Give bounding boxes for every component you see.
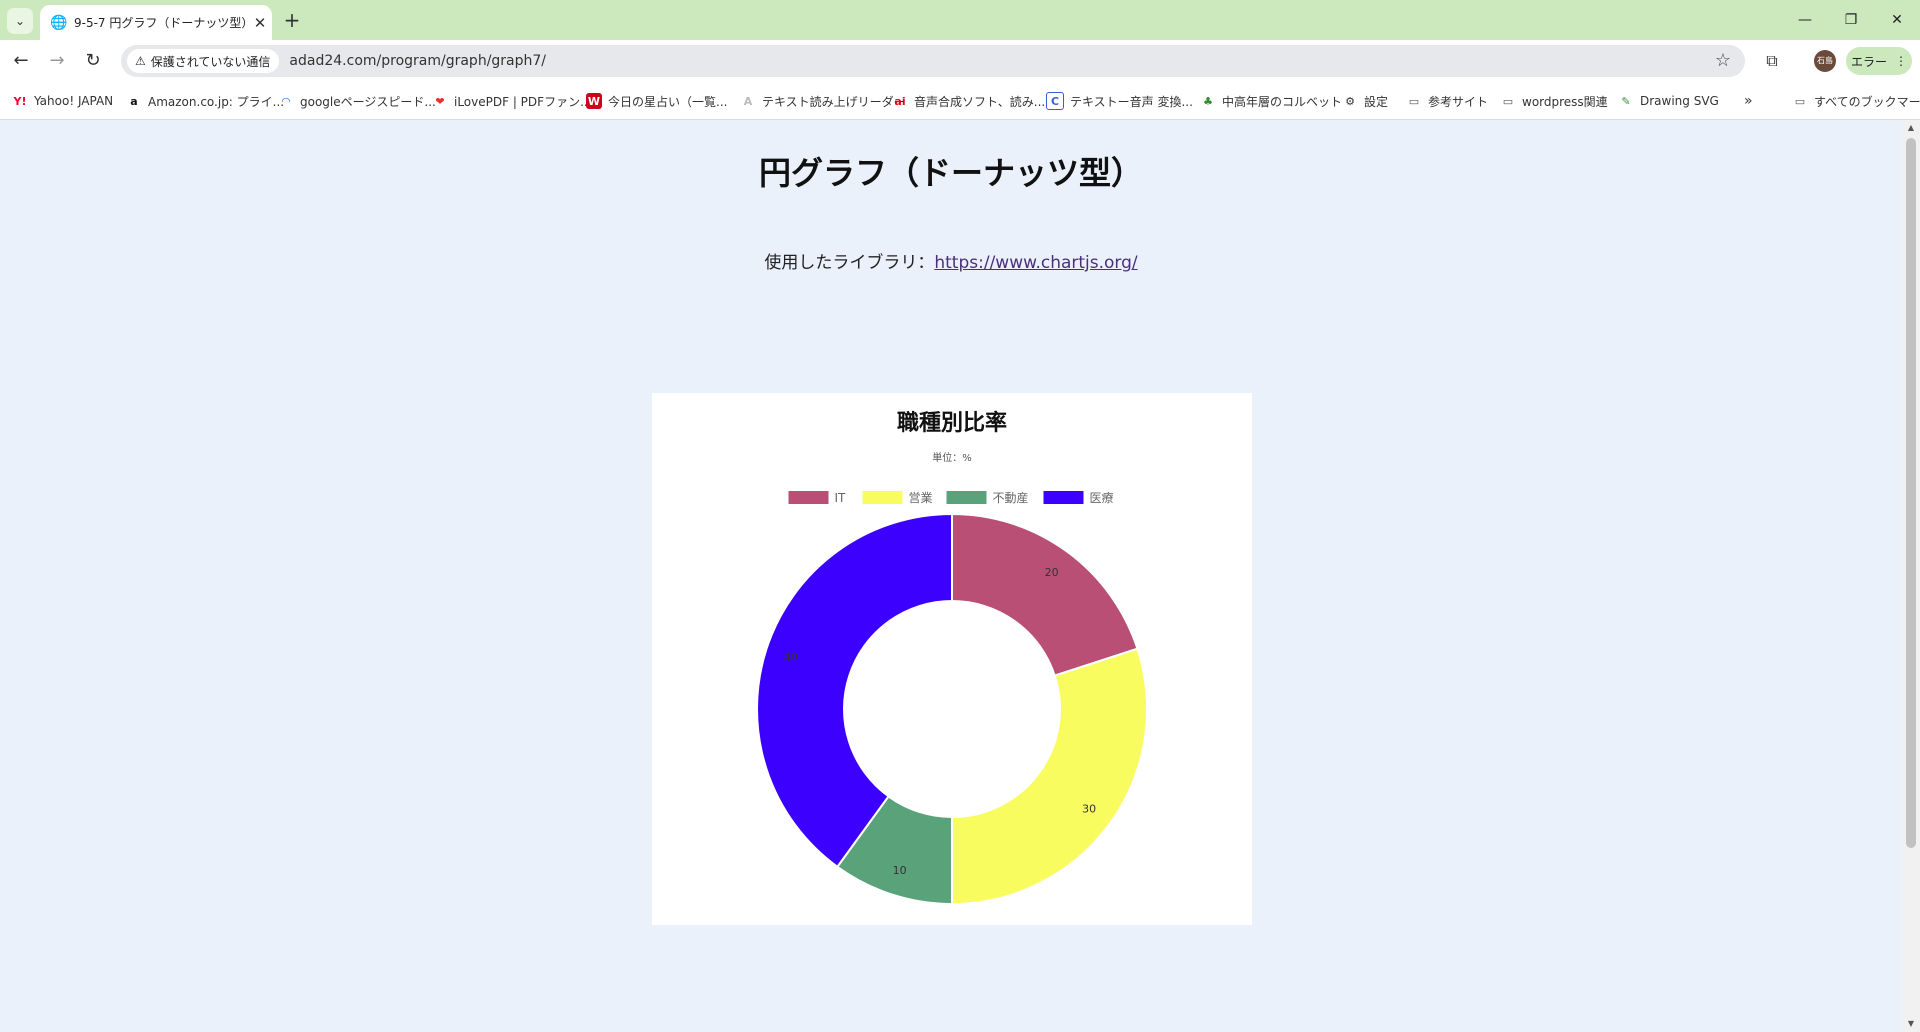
library-line: 使用したライブラリ：https://www.chartjs.org/ [0, 248, 1902, 273]
window-close-icon[interactable]: ✕ [1874, 0, 1920, 40]
avatar[interactable]: 石島 [1814, 50, 1836, 72]
bookmark-ai-voice[interactable]: ai 音声合成ソフト、読み... [892, 92, 1045, 110]
security-chip[interactable]: ⚠ 保護されていない通信 [127, 49, 280, 73]
c-icon: C [1046, 92, 1064, 110]
donut-slices [756, 512, 1148, 906]
browser-toolbar: ← → ↻ ⚠ 保護されていない通信 adad24.com/program/gr… [0, 40, 1920, 82]
bookmark-amazon[interactable]: a Amazon.co.jp: プライ... [126, 92, 284, 110]
frog-icon: ♣ [1203, 94, 1213, 108]
chart-subtitle: 単位：% [932, 451, 972, 464]
url-text[interactable]: adad24.com/program/graph/graph7/ [289, 53, 546, 69]
heart-icon: ❤ [435, 94, 445, 108]
browser-tab[interactable]: 🌐 9-5-7 円グラフ（ドーナッツ型） ✕ [40, 5, 272, 40]
library-link[interactable]: https://www.chartjs.org/ [934, 253, 1137, 273]
tab-search-button[interactable]: ⌄ [7, 8, 33, 34]
amazon-icon: a [130, 94, 138, 108]
bookmark-settings[interactable]: ⚙ 設定 [1342, 92, 1388, 110]
page-title: 円グラフ（ドーナッツ型） [758, 154, 1143, 192]
donut-chart: 職種別比率 単位：% IT 営業 不動産 医療 20 30 10 40 [756, 410, 1148, 906]
library-prefix: 使用したライブラリ： [764, 253, 935, 273]
restore-icon[interactable]: ❐ [1828, 0, 1874, 40]
bookmarks-overflow-icon[interactable]: » [1744, 92, 1753, 110]
bookmarks-bar: Y! Yahoo! JAPAN a Amazon.co.jp: プライ... ◠ go… [0, 82, 1920, 120]
folder-icon: ▭ [1794, 94, 1806, 108]
reload-icon[interactable]: ↻ [81, 49, 105, 73]
error-chip-label: エラー [1850, 54, 1887, 69]
address-bar[interactable]: ⚠ 保護されていない通信 adad24.com/program/graph/gr… [121, 45, 1745, 77]
bookmark-folder-wordpress[interactable]: ▭ wordpress関連 [1500, 92, 1608, 110]
legend-label-2[interactable]: 不動産 [993, 490, 1029, 505]
close-icon[interactable]: ✕ [248, 14, 272, 32]
security-label: 保護されていない通信 [150, 54, 271, 69]
folder-icon: ▭ [1408, 94, 1420, 108]
new-tab-button[interactable]: + [280, 8, 304, 32]
bookmark-corvette[interactable]: ♣ 中高年層のコルベット [1200, 92, 1342, 110]
bookmark-drawing-svg[interactable]: ✎ Drawing SVG [1618, 92, 1719, 110]
globe-icon: 🌐 [50, 14, 68, 31]
bookmark-yahoo[interactable]: Y! Yahoo! JAPAN [12, 92, 114, 110]
donut-slice-0[interactable] [951, 512, 1139, 677]
chevron-down-icon: ⌄ [14, 14, 26, 28]
bookmark-label: 設定 [1364, 94, 1389, 109]
error-chip[interactable]: エラー ⋮ [1846, 47, 1912, 75]
page-viewport: 円グラフ（ドーナッツ型） 使用したライブラリ：https://www.chart… [0, 120, 1902, 1032]
forward-icon[interactable]: → [45, 49, 69, 73]
bookmark-label: すべてのブックマーク [1814, 94, 1920, 109]
bookmark-label: googleページスピード... [300, 94, 436, 109]
legend-swatch-0[interactable] [788, 491, 829, 504]
more-icon: ⋮ [1895, 54, 1907, 68]
extensions-icon[interactable]: ⧉ [1760, 49, 1784, 73]
pagespeed-icon: ◠ [281, 94, 291, 108]
bookmark-label: Drawing SVG [1640, 94, 1719, 108]
data-label-2: 10 [893, 864, 907, 877]
bookmark-label: wordpress関連 [1522, 94, 1608, 109]
warning-icon: ⚠ [135, 54, 146, 68]
bookmark-tts[interactable]: C テキストー音声 変換... [1046, 92, 1193, 110]
gear-icon: ⚙ [1345, 94, 1355, 108]
horoscope-icon: W [586, 93, 602, 109]
legend-label-3[interactable]: 医療 [1090, 491, 1114, 505]
bookmark-label: Yahoo! JAPAN [34, 94, 114, 108]
tab-title: 9-5-7 円グラフ（ドーナッツ型） [74, 16, 248, 30]
folder-icon: ▭ [1502, 94, 1514, 108]
legend-swatch-2[interactable] [946, 491, 987, 504]
chart-legend: IT 営業 不動産 医療 [788, 490, 1114, 505]
legend-label-1[interactable]: 営業 [909, 491, 933, 505]
bookmark-all[interactable]: ▭ すべてのブックマーク [1792, 92, 1920, 110]
donut-slice-1[interactable] [951, 647, 1148, 906]
data-label-1: 30 [1082, 803, 1096, 816]
back-icon[interactable]: ← [9, 49, 33, 73]
bookmark-reader[interactable]: A テキスト読み上げリーダー [740, 92, 906, 110]
reader-icon: A [743, 94, 753, 108]
data-label-3: 40 [784, 651, 798, 664]
ai-icon: ai [894, 94, 906, 108]
bookmark-horoscope[interactable]: W 今日の星占い（一覧... [586, 92, 727, 110]
bookmark-label: iLovePDF | PDFファン... [454, 94, 592, 109]
bookmark-folder-reference[interactable]: ▭ 参考サイト [1406, 92, 1488, 110]
scrollbar[interactable]: ▲ ▼ [1902, 120, 1920, 1032]
bookmark-star-icon[interactable]: ☆ [1715, 50, 1731, 71]
chart-card: 職種別比率 単位：% IT 営業 不動産 医療 20 30 10 40 [652, 393, 1252, 925]
data-label-0: 20 [1045, 566, 1059, 579]
legend-swatch-1[interactable] [862, 491, 903, 504]
bookmark-label: テキスト読み上げリーダー [762, 94, 906, 109]
chart-title: 職種別比率 [897, 410, 1007, 436]
legend-label-0[interactable]: IT [835, 491, 847, 505]
bookmark-label: 参考サイト [1428, 94, 1489, 109]
bookmark-label: 中高年層のコルベット [1222, 94, 1343, 109]
bookmark-pagespeed[interactable]: ◠ googleページスピード... [278, 92, 436, 110]
bookmark-ilovepdf[interactable]: ❤ iLovePDF | PDFファン... [432, 92, 592, 110]
bookmark-label: 音声合成ソフト、読み... [914, 94, 1046, 109]
tab-strip: ⌄ 🌐 9-5-7 円グラフ（ドーナッツ型） ✕ + — ❐ ✕ [0, 0, 1920, 40]
bookmark-label: 今日の星占い（一覧... [608, 94, 728, 109]
bookmark-label: テキストー音声 変換... [1070, 94, 1193, 109]
scroll-up-icon[interactable]: ▲ [1902, 120, 1920, 136]
scroll-down-icon[interactable]: ▼ [1902, 1016, 1920, 1032]
bookmark-label: Amazon.co.jp: プライ... [148, 94, 285, 109]
minimize-icon[interactable]: — [1782, 0, 1828, 40]
scroll-thumb[interactable] [1906, 138, 1916, 848]
svg-icon: ✎ [1621, 94, 1631, 108]
legend-swatch-3[interactable] [1043, 491, 1084, 504]
yahoo-icon: Y! [13, 94, 27, 108]
